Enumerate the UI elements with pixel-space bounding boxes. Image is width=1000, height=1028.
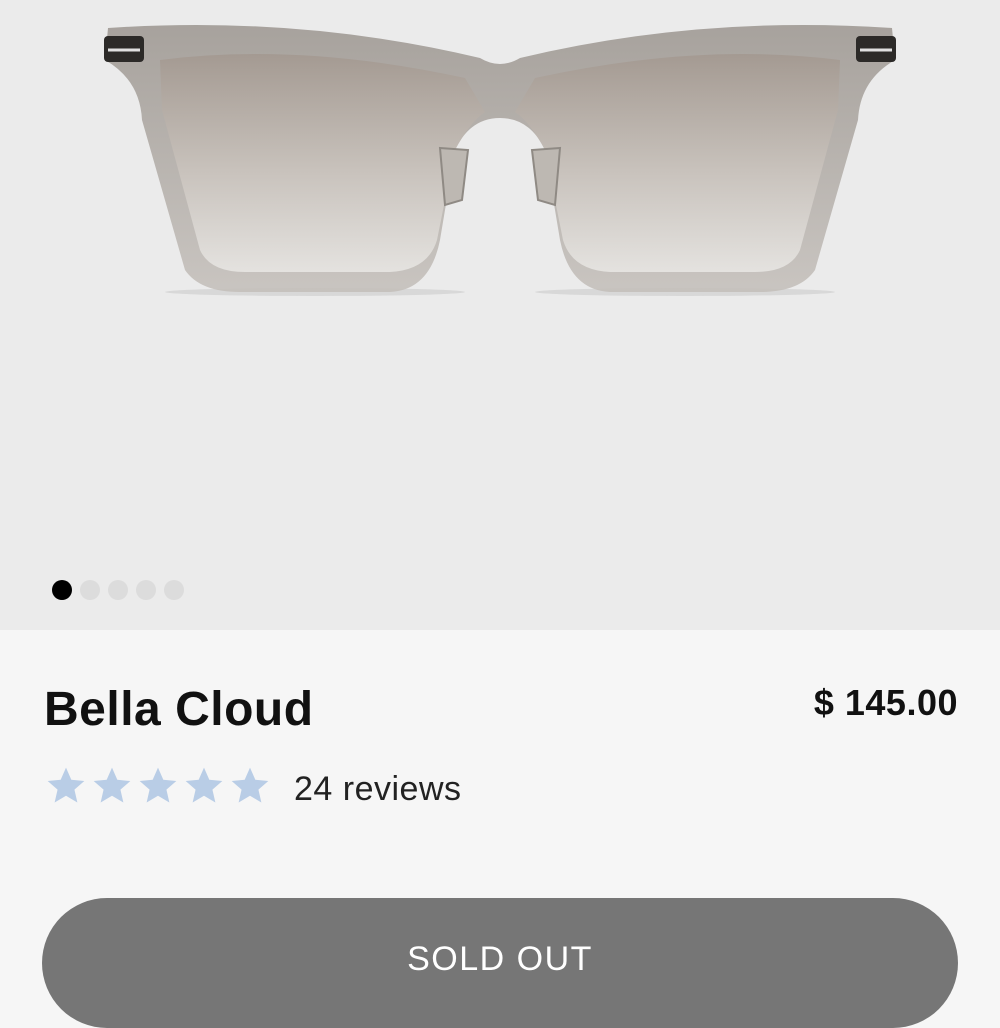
product-name: Bella Cloud <box>44 683 314 736</box>
pagination-dot-active[interactable] <box>52 580 72 600</box>
star-icon <box>185 767 223 803</box>
pagination-dot[interactable] <box>136 580 156 600</box>
pagination-dot[interactable] <box>80 580 100 600</box>
star-icon <box>139 767 177 803</box>
product-gallery[interactable] <box>0 0 1000 630</box>
sold-out-button[interactable]: SOLD OUT <box>42 898 958 1028</box>
product-price: $ 145.00 <box>813 682 958 723</box>
star-icon <box>93 767 131 803</box>
star-icon <box>47 767 85 803</box>
pagination-dot[interactable] <box>164 580 184 600</box>
gallery-pagination <box>52 580 184 600</box>
sold-out-label: SOLD OUT <box>407 940 593 978</box>
sunglasses-image <box>104 24 896 296</box>
pagination-dot[interactable] <box>108 580 128 600</box>
star-icon <box>231 767 269 803</box>
rating-stars[interactable] <box>44 764 272 808</box>
reviews-link[interactable]: 24 reviews <box>294 770 462 809</box>
